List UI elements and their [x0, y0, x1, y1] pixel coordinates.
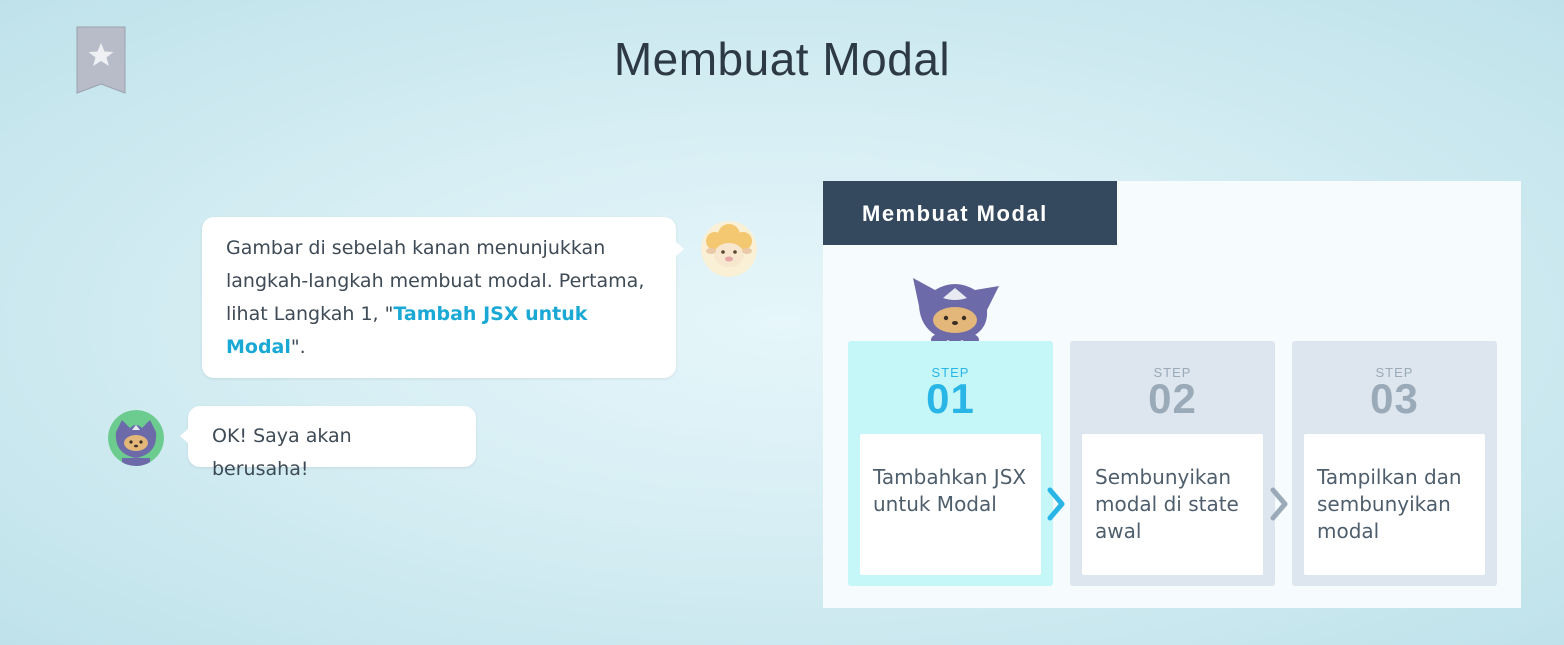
ninja-mascot-icon: [909, 276, 1001, 348]
ninja-avatar-icon: [108, 410, 164, 466]
step-description: Tambahkan JSX untuk Modal: [860, 434, 1041, 575]
message-text: OK! Saya akan berusaha!: [212, 425, 352, 480]
steps-slide: Membuat Modal STEP 01 Tambahkan JSX untu…: [823, 181, 1521, 608]
chevron-right-icon: [1046, 486, 1066, 522]
page-title: Membuat Modal: [613, 33, 951, 85]
step-card-2: STEP 02 Sembunyikan modal di state awal: [1070, 341, 1275, 586]
step-number: 01: [926, 375, 975, 422]
sheep-avatar-icon: [701, 221, 757, 277]
chat-message-user: OK! Saya akan berusaha!: [180, 406, 476, 480]
step-card-1: STEP 01 Tambahkan JSX untuk Modal: [848, 341, 1053, 586]
chevron-right-icon: [1269, 486, 1289, 522]
chat-message-instructor: Gambar di sebelah kanan menunjukkan lang…: [202, 217, 684, 378]
step-number: 02: [1148, 375, 1197, 422]
message-text-end: ".: [290, 336, 306, 358]
step-description: Sembunyikan modal di state awal: [1082, 434, 1263, 575]
step-number: 03: [1370, 375, 1419, 422]
step-card-3: STEP 03 Tampilkan dan sembunyikan modal: [1292, 341, 1497, 586]
step-description: Tampilkan dan sembunyikan modal: [1304, 434, 1485, 575]
slide-header: Membuat Modal: [823, 181, 1117, 245]
